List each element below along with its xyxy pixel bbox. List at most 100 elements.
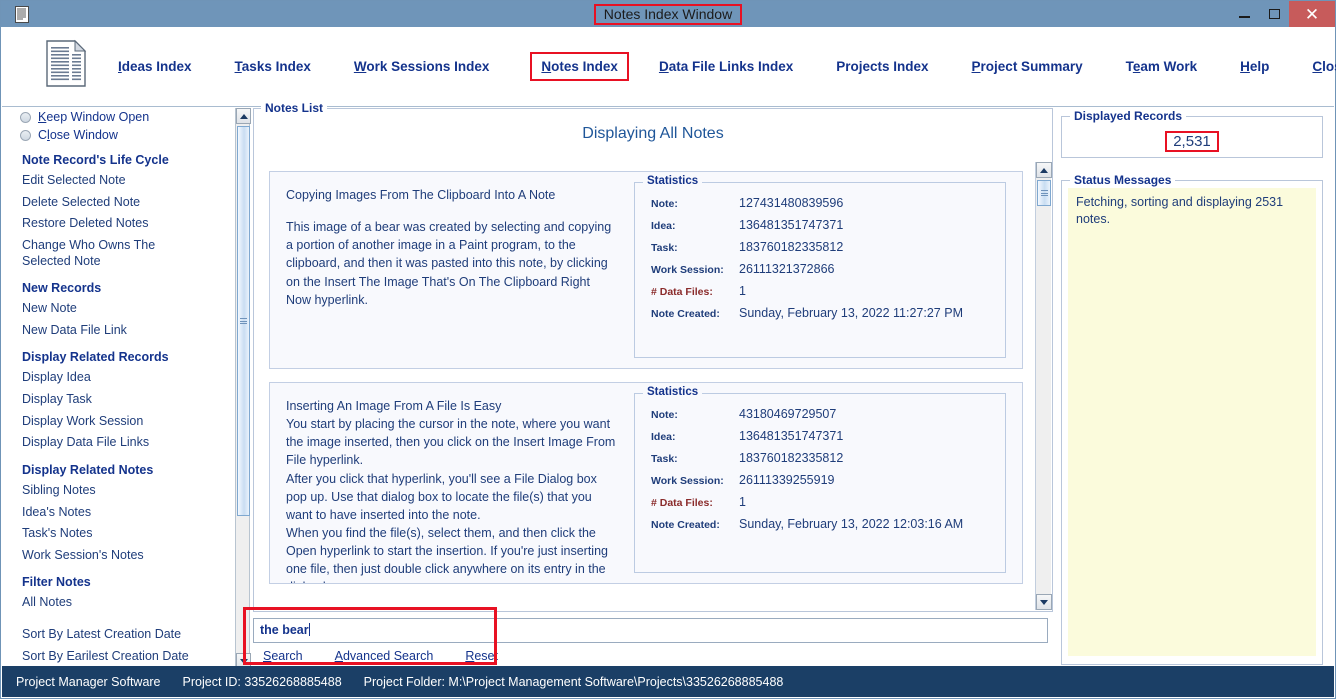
note-statistics-wrapper: Statistics Note: 43180469729507 Idea: 136481… <box>628 383 1022 583</box>
search-link-reset[interactable]: Reset <box>465 649 498 663</box>
minimize-button[interactable] <box>1229 1 1259 27</box>
statistic-label-task: Task: <box>651 453 678 465</box>
note-heading: Inserting An Image From A File Is Easy <box>286 399 502 413</box>
statistic-row: Note: 43180469729507 <box>643 407 997 421</box>
sidebar-item-new-note[interactable]: New Note <box>2 298 234 320</box>
menu-item-close-program[interactable]: Close Program <box>1310 58 1336 75</box>
statistic-row: Idea: 136481351747371 <box>643 429 997 443</box>
sidebar-item-display-task[interactable]: Display Task <box>2 389 234 411</box>
menu-item-label: Project Summary <box>971 59 1083 74</box>
statistic-row: Note: 127431480839596 <box>643 196 997 210</box>
notes-scroll-up-button[interactable] <box>1036 162 1052 178</box>
statistic-label-note-created: Note Created: <box>651 308 720 320</box>
search-link-search[interactable]: Search <box>263 649 303 663</box>
sidebar-scroll-thumb[interactable] <box>237 126 250 516</box>
note-card[interactable]: Copying Images From The Clipboard Into A… <box>269 171 1023 369</box>
maximize-icon <box>1268 9 1280 19</box>
statistic-value-work-session: 26111321372866 <box>739 262 835 276</box>
menu-item-label: Notes Index <box>541 59 618 74</box>
search-area: the bear Search Advanced Search Reset <box>253 613 1053 665</box>
statistic-label-work-session: Work Session: <box>651 475 724 487</box>
radio-close-window[interactable]: Close Window <box>2 126 234 144</box>
menu-item-help[interactable]: Help <box>1238 58 1271 75</box>
notes-list-scrollbar[interactable] <box>1035 162 1052 610</box>
sidebar-item-task-s-notes[interactable]: Task's Notes <box>2 523 234 545</box>
menu-item-work-sessions-index[interactable]: Work Sessions Index <box>352 58 492 75</box>
statistic-value-note-created: Sunday, February 13, 2022 12:03:16 AM <box>739 517 964 531</box>
sidebar-item-sibling-notes[interactable]: Sibling Notes <box>2 480 234 502</box>
radio-label: Keep Window Open <box>38 110 150 124</box>
right-panel: Displayed Records 2,531 Status Messages … <box>1061 108 1323 665</box>
statistic-label-data-files: # Data Files: <box>651 497 713 509</box>
sidebar-item-edit-selected-note[interactable]: Edit Selected Note <box>2 170 234 192</box>
sidebar-item-restore-deleted-notes[interactable]: Restore Deleted Notes <box>2 213 234 235</box>
menu-item-team-work[interactable]: Team Work <box>1124 58 1200 75</box>
sidebar-group-heading: New Records <box>22 281 102 296</box>
statistic-label-task: Task: <box>651 242 678 254</box>
menu-item-label: Help <box>1240 59 1270 74</box>
note-statistics-box: Statistics Note: 127431480839596 Idea: 13648… <box>634 175 1006 358</box>
sidebar-item-change-who-owns-the-selected-note[interactable]: Change Who Owns The Selected Note <box>2 235 172 272</box>
menu-item-tasks-index[interactable]: Tasks Index <box>233 58 313 75</box>
sidebar-item-new-data-file-link[interactable]: New Data File Link <box>2 320 234 342</box>
radio-label: Close Window <box>38 128 118 142</box>
notes-list-legend: Notes List <box>261 101 328 115</box>
menu-item-data-file-links-index[interactable]: Data File Links Index <box>657 58 795 75</box>
close-icon: ✕ <box>1304 4 1320 24</box>
statistic-row: # Data Files: 1 <box>643 495 997 509</box>
displayed-records-legend: Displayed Records <box>1070 109 1187 123</box>
menu-item-project-summary[interactable]: Project Summary <box>970 58 1085 75</box>
search-input[interactable]: the bear <box>253 618 1048 643</box>
statistic-value-note: 43180469729507 <box>739 407 837 421</box>
sidebar-item-work-session-s-notes[interactable]: Work Session's Notes <box>2 545 234 567</box>
statistic-value-task: 183760182335812 <box>739 240 844 254</box>
menu-item-label: Team Work <box>1125 59 1198 74</box>
statistic-row: Idea: 136481351747371 <box>643 218 997 232</box>
statistic-row: Task: 183760182335812 <box>643 451 997 465</box>
sidebar-item-sort-by-earilest-creation-date[interactable]: Sort By Earilest Creation Date <box>2 646 234 668</box>
window-title: Notes Index Window <box>593 3 743 25</box>
sidebar-scroll-up-button[interactable] <box>236 108 251 124</box>
sidebar-item-display-data-file-links[interactable]: Display Data File Links <box>2 432 234 454</box>
note-text: This image of a bear was created by sele… <box>286 220 612 307</box>
sidebar-group-heading: Note Record's Life Cycle <box>22 153 169 167</box>
sidebar-item-all-notes[interactable]: All Notes <box>2 592 234 614</box>
sidebar-item-display-work-session[interactable]: Display Work Session <box>2 411 234 433</box>
statistic-row: Work Session: 26111339255919 <box>643 473 997 487</box>
sidebar-item-delete-selected-note[interactable]: Delete Selected Note <box>2 192 234 214</box>
sidebar-item-idea-s-notes[interactable]: Idea's Notes <box>2 502 234 524</box>
notes-scroll-thumb[interactable] <box>1037 180 1051 206</box>
statistic-label-note-created: Note Created: <box>651 519 720 531</box>
title-bar: Notes Index Window ✕ <box>1 1 1335 27</box>
statistic-row: Note Created: Sunday, February 13, 2022 1… <box>643 517 997 531</box>
note-statistics-wrapper: Statistics Note: 127431480839596 Idea: 13648… <box>628 172 1022 368</box>
statistic-value-data-files: 1 <box>739 495 746 509</box>
menu-item-notes-index[interactable]: Notes Index <box>530 52 629 81</box>
radio-keep-window-open[interactable]: Keep Window Open <box>2 108 234 126</box>
notes-scroll-down-button[interactable] <box>1036 594 1052 610</box>
text-caret <box>308 623 310 636</box>
menu-item-projects-index[interactable]: Projects Index <box>834 58 930 75</box>
menu-item-ideas-index[interactable]: Ideas Index <box>116 58 194 75</box>
sidebar-item-sort-by-latest-creation-date[interactable]: Sort By Latest Creation Date <box>2 624 234 646</box>
menu-item-label: Projects Index <box>836 59 929 74</box>
note-card[interactable]: Inserting An Image From A File Is Easy Yo… <box>269 382 1023 584</box>
status-messages-box: Status Messages Fetching, sorting and di… <box>1061 173 1323 665</box>
sidebar-item-display-idea[interactable]: Display Idea <box>2 367 234 389</box>
close-button[interactable]: ✕ <box>1289 1 1335 27</box>
maximize-button[interactable] <box>1259 1 1289 27</box>
menu-item-label: Work Sessions Index <box>353 59 490 74</box>
notes-list-panel: Displaying All Notes Copying Images From… <box>253 108 1053 612</box>
displayed-records-value-wrap: 2,531 <box>1062 131 1322 153</box>
grip-icon <box>1040 189 1048 198</box>
statistic-label-note: Note: <box>651 409 678 421</box>
sidebar-scrollbar[interactable] <box>235 108 251 669</box>
menu-item-list: Ideas Index Tasks Index Work Sessions Inde… <box>116 52 1336 81</box>
status-project-folder: Project Folder: M:\Project Management So… <box>363 674 784 689</box>
minimize-icon <box>1238 16 1250 18</box>
search-link-advanced-search[interactable]: Advanced Search <box>335 649 434 663</box>
window-controls: ✕ <box>1229 1 1335 27</box>
notes-scroll-area[interactable]: Copying Images From The Clipboard Into A… <box>255 162 1037 610</box>
chevron-down-icon <box>1040 599 1048 605</box>
